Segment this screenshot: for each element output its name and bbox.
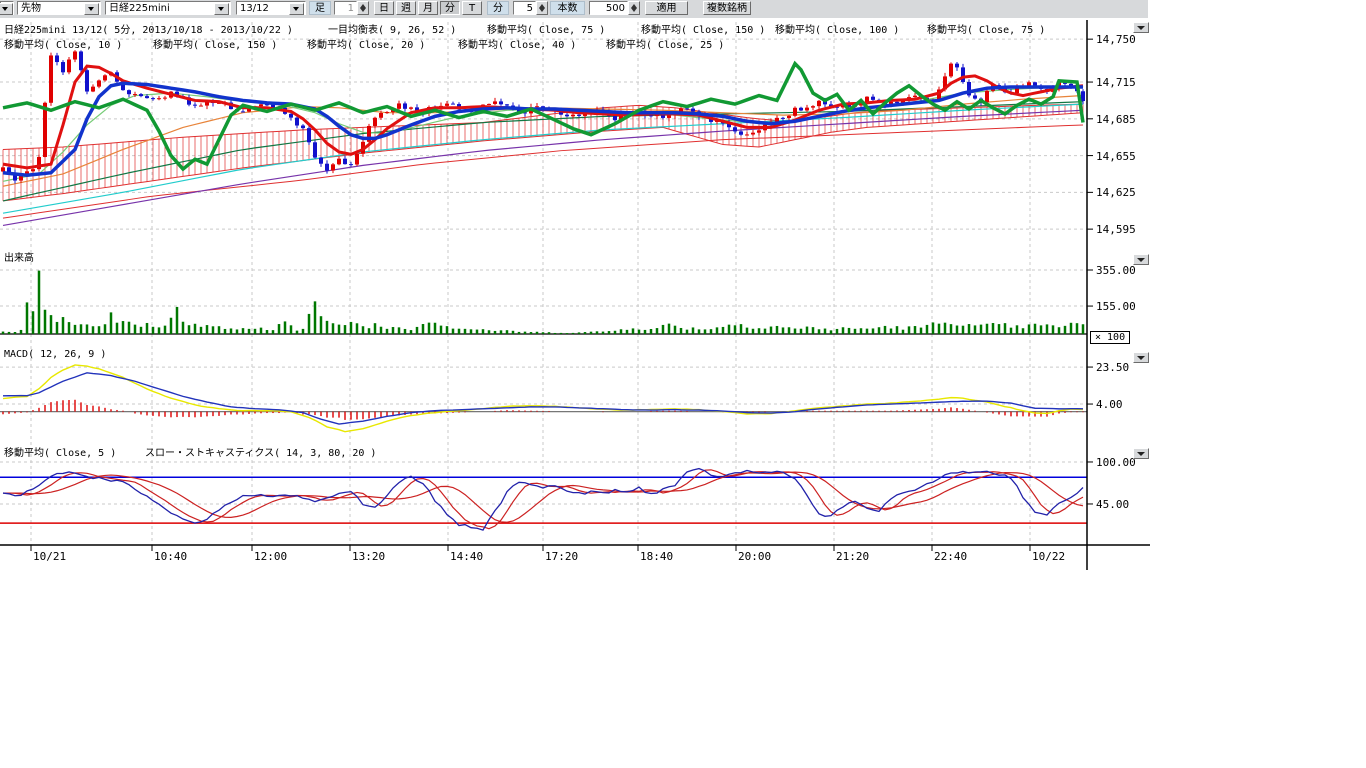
period-button-3[interactable]: 月 (418, 1, 438, 15)
bar-type-label: 足 (309, 1, 331, 15)
x-axis-label-5: 17:20 (545, 550, 578, 563)
legend-row1-item-3: 移動平均( Close, 150 ) (641, 21, 765, 36)
bar-count-label: 本数 (550, 1, 585, 15)
y-axis-label-volume-0: 355.00 (1096, 264, 1136, 277)
legend-row2-item-0: 移動平均( Close, 10 ) (4, 36, 122, 51)
macd-pane-menu-button[interactable] (1133, 352, 1149, 363)
bar-count-spinner[interactable] (628, 1, 640, 15)
x-axis-label-0: 10/21 (33, 550, 66, 563)
x-axis-label-3: 13:20 (352, 550, 385, 563)
price-pane-menu-button[interactable] (1133, 22, 1149, 33)
chart-application-window: 先物日経225mini13/12 足 1 日週月分T 分 5 本数 500 適用… (0, 0, 1366, 768)
volume-pane-title: 出来高 (4, 249, 34, 264)
y-axis-label-price-4: 14,625 (1096, 186, 1136, 199)
legend-row1-item-4: 移動平均( Close, 100 ) (775, 21, 899, 36)
macd-pane-title: MACD( 12, 26, 9 ) (4, 349, 106, 360)
period-button-1[interactable]: 日 (374, 1, 394, 15)
bar-count-input[interactable]: 500 (589, 1, 628, 15)
market-select[interactable]: 先物 (17, 1, 101, 15)
y-axis-label-price-2: 14,685 (1096, 113, 1136, 126)
period-button-2[interactable]: 週 (396, 1, 416, 15)
volume-multiplier-box: × 100 (1090, 331, 1130, 344)
minute-spinner[interactable] (536, 1, 548, 15)
chevron-down-icon[interactable] (289, 3, 304, 15)
x-axis-label-2: 12:00 (254, 550, 287, 563)
stochastics-pane-title: スロー・ストキャスティクス( 14, 3, 80, 20 ) (145, 444, 376, 459)
symbol-select[interactable]: 日経225mini (105, 1, 231, 15)
contract-month-select[interactable]: 13/12 (236, 1, 306, 15)
y-axis-label-price-5: 14,595 (1096, 223, 1136, 236)
legend-row2-item-4: 移動平均( Close, 25 ) (606, 36, 724, 51)
bar-interval-input[interactable]: 1 (334, 1, 357, 15)
y-axis-label-slow-stochastics-0: 100.00 (1096, 456, 1136, 469)
x-axis-label-1: 10:40 (154, 550, 187, 563)
y-axis-label-price-3: 14,655 (1096, 150, 1136, 163)
legend-row1-item-2: 移動平均( Close, 75 ) (487, 21, 605, 36)
stoch-ma-title: 移動平均( Close, 5 ) (4, 444, 116, 459)
period-button-4[interactable]: 分 (440, 1, 460, 15)
stochastics-pane-menu-button[interactable] (1133, 448, 1149, 459)
y-axis-label-macd-0: 23.50 (1096, 361, 1129, 374)
legend-row2-item-1: 移動平均( Close, 150 ) (153, 36, 277, 51)
chevron-down-icon[interactable] (84, 3, 99, 15)
minute-label: 分 (487, 1, 509, 15)
volume-pane-menu-button[interactable] (1133, 254, 1149, 265)
legend-row1-item-5: 移動平均( Close, 75 ) (927, 21, 1045, 36)
legend-row2-item-3: 移動平均( Close, 40 ) (458, 36, 576, 51)
y-axis-label-price-0: 14,750 (1096, 33, 1136, 46)
y-axis-label-price-1: 14,715 (1096, 76, 1136, 89)
toolbar: 先物日経225mini13/12 足 1 日週月分T 分 5 本数 500 適用… (0, 0, 1148, 18)
y-axis-label-volume-1: 155.00 (1096, 300, 1136, 313)
x-axis-label-7: 20:00 (738, 550, 771, 563)
x-axis-label-8: 21:20 (836, 550, 869, 563)
y-axis-label-slow-stochastics-1: 45.00 (1096, 498, 1129, 511)
chevron-down-icon[interactable] (214, 3, 229, 15)
legend-row1-item-0: 日経225mini 13/12( 5分, 2013/10/18 - 2013/1… (4, 21, 293, 36)
x-axis-label-6: 18:40 (640, 550, 673, 563)
legend-row2-item-2: 移動平均( Close, 20 ) (307, 36, 425, 51)
chart-canvas (0, 0, 1366, 768)
multi-symbol-button[interactable]: 複数銘柄 (703, 1, 751, 15)
minute-value-input[interactable]: 5 (513, 1, 536, 15)
x-axis-label-10: 10/22 (1032, 550, 1065, 563)
edge-combo-stub[interactable] (0, 1, 14, 15)
legend-row1-item-1: 一目均衡表( 9, 26, 52 ) (328, 21, 456, 36)
y-axis-label-macd-1: 4.00 (1096, 398, 1123, 411)
bar-interval-spinner[interactable] (357, 1, 369, 15)
x-axis-label-9: 22:40 (934, 550, 967, 563)
x-axis-label-4: 14:40 (450, 550, 483, 563)
period-button-5[interactable]: T (462, 1, 482, 15)
chevron-down-icon[interactable] (0, 3, 13, 15)
apply-button[interactable]: 適用 (645, 1, 688, 15)
